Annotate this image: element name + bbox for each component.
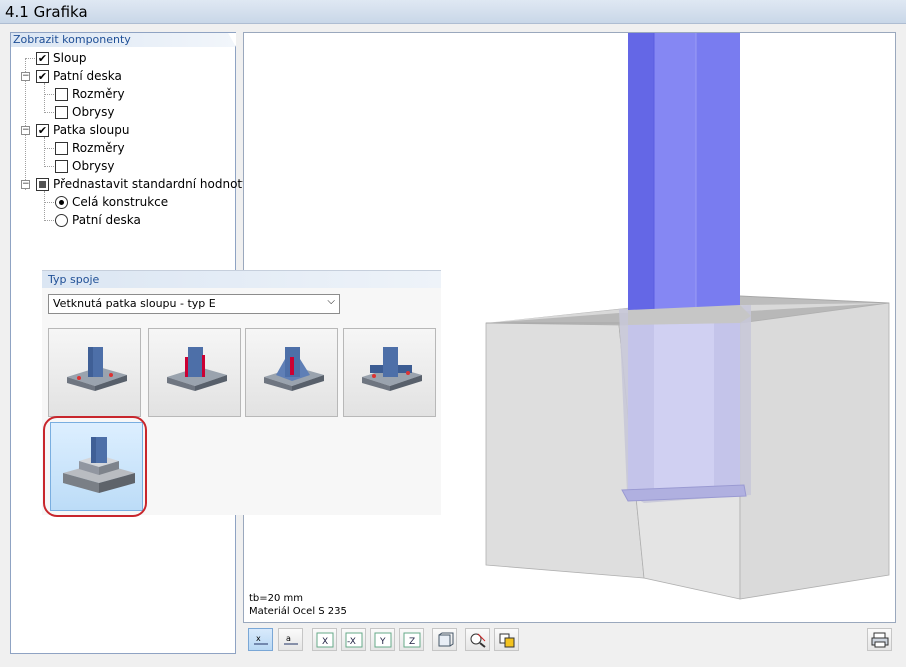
svg-text:Z: Z	[409, 637, 415, 647]
checkbox-indeterminate-icon[interactable]	[36, 177, 49, 191]
checkbox-unchecked-icon[interactable]	[55, 87, 68, 101]
tree-item-label: Přednastavit standardní hodnoty	[53, 177, 250, 191]
iso-view-icon[interactable]	[432, 628, 457, 651]
tree-line	[44, 191, 45, 221]
collapse-icon[interactable]: −	[21, 126, 30, 135]
zoom-reset-icon[interactable]	[465, 628, 490, 651]
tree-item-label: Patní deska	[53, 69, 122, 83]
select-value: Vetknutá patka sloupu - typ E	[53, 297, 216, 310]
collapse-icon[interactable]: −	[21, 180, 30, 189]
radio-label: Celá konstrukce	[72, 195, 169, 209]
chevron-down-icon[interactable]: ⌵	[327, 296, 335, 307]
joint-type-header: Typ spoje	[42, 271, 441, 288]
joint-type-panel: Typ spoje Vetknutá patka sloupu - typ E …	[42, 270, 441, 517]
checkbox-checked-icon[interactable]: ✔	[36, 69, 49, 83]
joint-type-a-button[interactable]	[48, 328, 141, 417]
view-x-icon[interactable]: X	[312, 628, 337, 651]
svg-text:Y: Y	[379, 637, 386, 647]
tree-item-sloup[interactable]: ✔ Sloup	[36, 49, 87, 67]
tree-item-label: Patka sloupu	[53, 123, 130, 137]
checkbox-unchecked-icon[interactable]	[55, 141, 68, 155]
joint-type-select[interactable]: Vetknutá patka sloupu - typ E ⌵	[48, 294, 340, 314]
joint-type-b-button[interactable]	[148, 328, 241, 417]
window-title: 4.1 Grafika	[0, 0, 906, 24]
radio-label: Patní deska	[72, 213, 141, 227]
svg-text:X: X	[322, 637, 328, 647]
svg-text:a: a	[286, 634, 291, 643]
tree-item-label: Obrysy	[72, 159, 115, 173]
radio-cela-konstrukce[interactable]: Celá konstrukce	[55, 193, 168, 211]
rotate-icon[interactable]	[494, 628, 519, 651]
material-info: Materiál Ocel S 235	[249, 606, 347, 617]
view-z-icon[interactable]: Z	[399, 628, 424, 651]
components-header: Zobrazit komponenty	[11, 33, 236, 47]
column-base-d-icon	[362, 347, 422, 391]
tree-line	[44, 137, 45, 167]
print-icon[interactable]	[867, 628, 892, 651]
radio-unselected-icon[interactable]	[55, 213, 68, 227]
tree-item-obrysy[interactable]: Obrysy	[55, 103, 114, 121]
view-toolbar: x a X -X Y Z	[243, 625, 896, 654]
tree-item-rozmery[interactable]: Rozměry	[55, 139, 125, 157]
tree-item-label: Obrysy	[72, 105, 115, 119]
tree-item-prednastavit[interactable]: Přednastavit standardní hodnoty	[36, 175, 249, 193]
tree-item-label: Sloup	[53, 51, 87, 65]
column-base-b-icon	[167, 347, 227, 391]
joint-type-c-button[interactable]	[245, 328, 338, 417]
thickness-info: tb=20 mm	[249, 593, 304, 604]
view-y-icon[interactable]: Y	[370, 628, 395, 651]
tree-item-patni-deska[interactable]: ✔ Patní deska	[36, 67, 122, 85]
tree-item-patka-sloupu[interactable]: ✔ Patka sloupu	[36, 121, 129, 139]
selection-highlight	[43, 416, 147, 517]
checkbox-unchecked-icon[interactable]	[55, 105, 68, 119]
show-labels-icon[interactable]: a	[278, 628, 303, 651]
collapse-icon[interactable]: −	[21, 72, 30, 81]
show-values-icon[interactable]: x	[248, 628, 273, 651]
column-base-c-icon	[264, 347, 324, 391]
svg-text:-X: -X	[347, 637, 356, 647]
view-neg-x-icon[interactable]: -X	[341, 628, 366, 651]
tree-item-rozmery[interactable]: Rozměry	[55, 85, 125, 103]
joint-type-d-button[interactable]	[343, 328, 436, 417]
svg-text:x: x	[256, 634, 261, 643]
column-base-a-icon	[67, 347, 127, 391]
tree-item-label: Rozměry	[72, 87, 125, 101]
checkbox-unchecked-icon[interactable]	[55, 159, 68, 173]
checkbox-checked-icon[interactable]: ✔	[36, 123, 49, 137]
tree-item-obrysy[interactable]: Obrysy	[55, 157, 114, 175]
checkbox-checked-icon[interactable]: ✔	[36, 51, 49, 65]
radio-patni-deska[interactable]: Patní deska	[55, 211, 141, 229]
tree-line	[44, 83, 45, 113]
radio-selected-icon[interactable]	[55, 195, 68, 209]
tree-item-label: Rozměry	[72, 141, 125, 155]
